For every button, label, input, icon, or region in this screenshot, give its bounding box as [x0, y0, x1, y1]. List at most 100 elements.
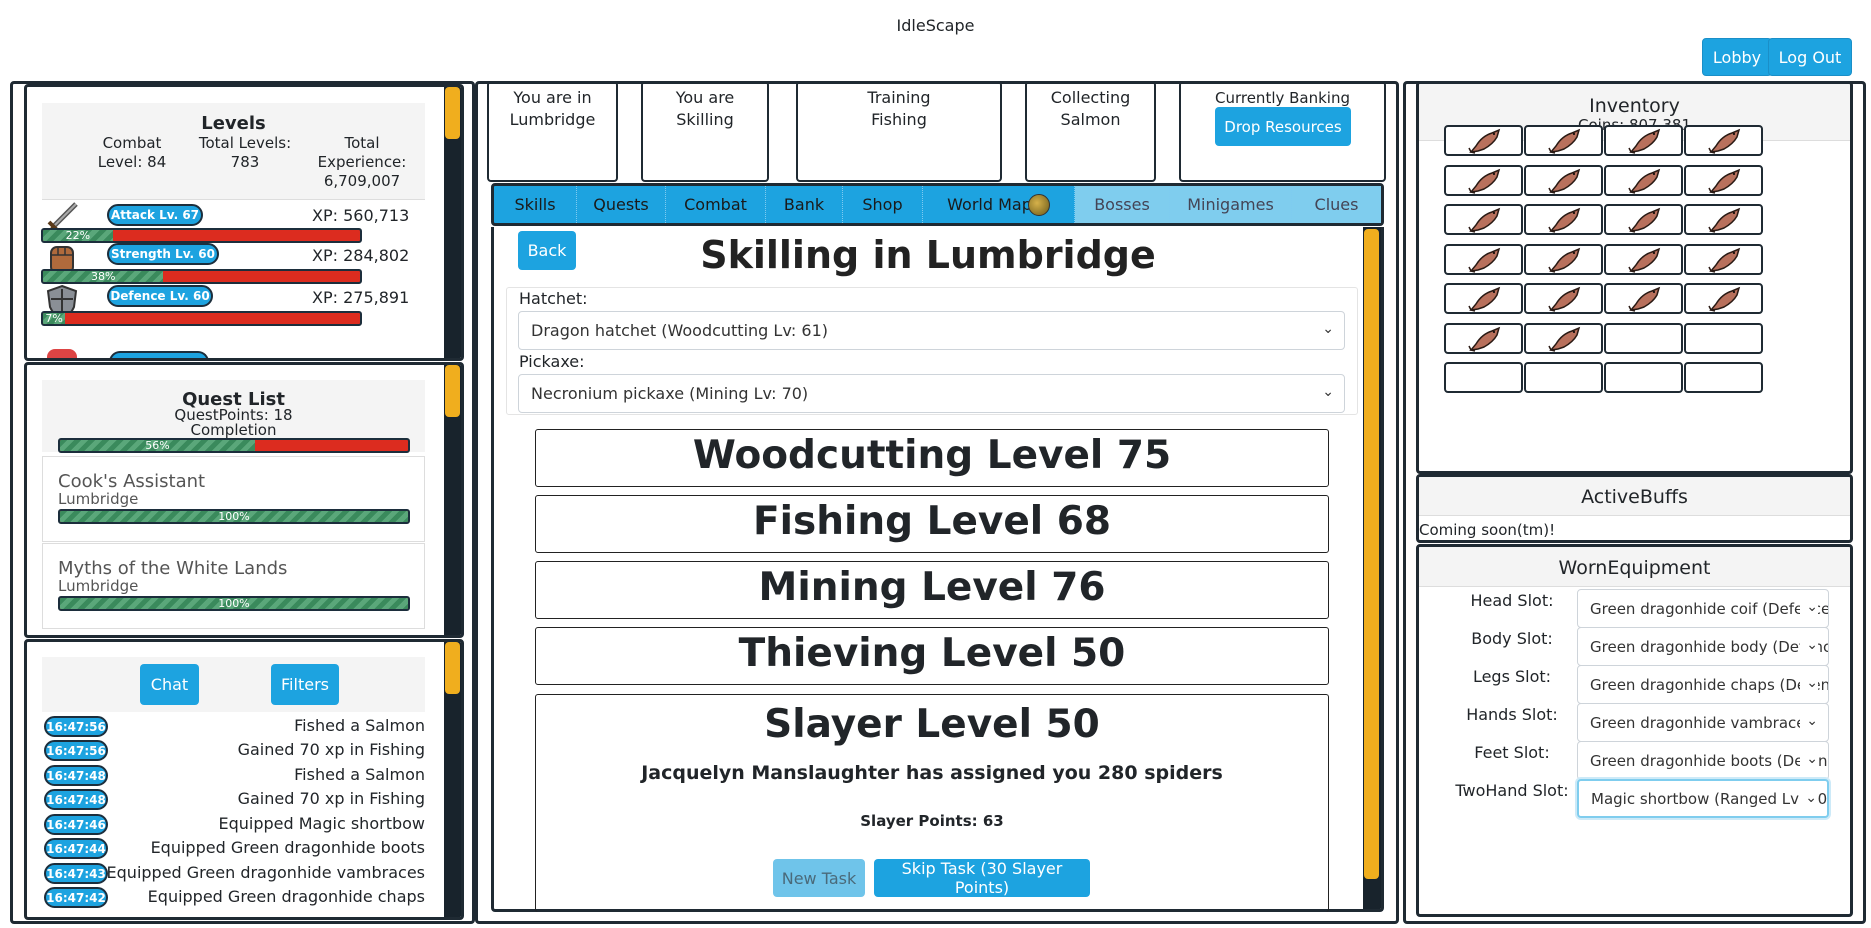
- chat-message: 16:47:44 Equipped Green dragonhide boots: [42, 837, 425, 859]
- quest-item[interactable]: Myths of the White Lands Lumbridge 100%: [42, 543, 425, 629]
- tab-quests[interactable]: Quests: [577, 186, 666, 223]
- inventory-slot[interactable]: [1684, 283, 1763, 314]
- quest-panel: Quest List QuestPoints: 18 Completion 56…: [24, 362, 464, 638]
- skill-progress-fill: 38%: [43, 271, 164, 282]
- pickaxe-select[interactable]: Necronium pickaxe (Mining Lv: 70) ⌄: [518, 374, 1345, 413]
- slayer-points: Slayer Points: 63: [860, 812, 1004, 830]
- inventory-slot[interactable]: [1524, 125, 1603, 156]
- new-task-button[interactable]: New Task: [773, 859, 865, 897]
- skill-name-attack[interactable]: Attack Lv. 67: [107, 204, 203, 226]
- body-slot-select[interactable]: Green dragonhide body (Defence Lv: 40)⌄: [1577, 627, 1829, 666]
- hatchet-select[interactable]: Dragon hatchet (Woodcutting Lv: 61) ⌄: [518, 311, 1345, 350]
- inventory-slot[interactable]: [1684, 125, 1763, 156]
- tab-bosses[interactable]: Bosses: [1075, 186, 1170, 223]
- main-scrollbar[interactable]: [1363, 227, 1381, 909]
- inventory-slot[interactable]: [1684, 322, 1763, 354]
- left-column: Levels Combat Level: 84 Total Levels: 78…: [10, 81, 475, 924]
- tab-clues[interactable]: Clues: [1292, 186, 1381, 223]
- salmon-icon: [1468, 207, 1501, 233]
- skill-name-strength[interactable]: Strength Lv. 60: [107, 243, 219, 265]
- tab-skills[interactable]: Skills: [494, 186, 577, 223]
- salmon-icon: [1548, 326, 1581, 352]
- chat-scrollbar[interactable]: [444, 642, 461, 917]
- salmon-icon: [1468, 168, 1501, 194]
- hands-slot-select[interactable]: Green dragonhide vambraces ⌄: [1577, 703, 1829, 742]
- logout-button[interactable]: Log Out: [1768, 38, 1852, 76]
- inventory-slot[interactable]: [1604, 125, 1683, 156]
- inventory-slot[interactable]: [1604, 204, 1683, 235]
- lobby-button[interactable]: Lobby: [1702, 38, 1772, 76]
- quest-completion-fill: 56%: [60, 440, 255, 451]
- levels-scrollbar[interactable]: [444, 87, 461, 358]
- thieving-level: Thieving Level 50: [535, 627, 1329, 685]
- status-activity: You are Skilling: [641, 81, 769, 182]
- inventory-slot[interactable]: [1444, 322, 1523, 354]
- fishing-level: Fishing Level 68: [535, 495, 1329, 553]
- tab-combat[interactable]: Combat: [666, 186, 766, 223]
- tab-world-map[interactable]: World Map: [923, 186, 1075, 223]
- salmon-icon: [1468, 286, 1501, 312]
- skill-name-defence[interactable]: Defence Lv. 60: [107, 285, 213, 307]
- head-slot-label: Head Slot:: [1470, 591, 1554, 610]
- tab-shop[interactable]: Shop: [843, 186, 923, 223]
- salmon-icon: [1628, 286, 1661, 312]
- quest-location: Lumbridge: [58, 490, 139, 508]
- inventory-slot[interactable]: [1524, 204, 1603, 235]
- salmon-icon: [1468, 326, 1501, 352]
- quest-completion-bar: 56%: [58, 438, 410, 453]
- quest-scrollbar[interactable]: [444, 365, 461, 635]
- salmon-icon: [1708, 168, 1741, 194]
- inventory-slot[interactable]: [1684, 164, 1763, 196]
- tab-bank[interactable]: Bank: [766, 186, 843, 223]
- inventory-slot[interactable]: [1524, 164, 1603, 196]
- feet-slot-label: Feet Slot:: [1474, 743, 1550, 762]
- chevron-down-icon: ⌄: [1800, 751, 1818, 767]
- twohand-slot-select[interactable]: Magic shortbow (Ranged Lv: 50) ⌄: [1577, 779, 1829, 818]
- inventory-slot[interactable]: [1444, 204, 1523, 235]
- inventory-slot[interactable]: [1444, 243, 1523, 275]
- inventory-slot[interactable]: [1604, 243, 1683, 275]
- inventory-slot[interactable]: [1604, 322, 1683, 354]
- tab-minigames[interactable]: Minigames: [1170, 186, 1292, 223]
- chat-message: 16:47:56 Gained 70 xp in Fishing: [42, 739, 425, 761]
- salmon-icon: [1548, 207, 1581, 233]
- inventory-slot[interactable]: [1684, 362, 1763, 393]
- skip-task-button[interactable]: Skip Task (30 Slayer Points): [874, 859, 1090, 897]
- feet-slot-select[interactable]: Green dragonhide boots (Defence Lv: 40)⌄: [1577, 741, 1829, 780]
- inventory-slot[interactable]: [1444, 164, 1523, 196]
- drop-resources-button[interactable]: Drop Resources: [1215, 107, 1351, 146]
- head-slot-select[interactable]: Green dragonhide coif (Defence Lv: 40)⌄: [1577, 589, 1829, 628]
- legs-slot-select[interactable]: Green dragonhide chaps (Defence Lv: 40)⌄: [1577, 665, 1829, 704]
- quest-item[interactable]: Cook's Assistant Lumbridge 100%: [42, 456, 425, 542]
- salmon-icon: [1468, 128, 1501, 154]
- inventory-slot[interactable]: [1524, 243, 1603, 275]
- app-title: IdleScape: [896, 16, 975, 35]
- chat-button[interactable]: Chat: [140, 664, 199, 705]
- buffs-panel: ActiveBuffs Coming soon(tm)!: [1416, 474, 1853, 543]
- inventory-slot[interactable]: [1524, 322, 1603, 354]
- status-training: Training Fishing: [796, 81, 1002, 182]
- inventory-slot[interactable]: [1524, 362, 1603, 393]
- inventory-slot[interactable]: [1444, 283, 1523, 314]
- salmon-icon: [1628, 168, 1661, 194]
- inventory-slot[interactable]: [1604, 362, 1683, 393]
- inventory-slot[interactable]: [1444, 362, 1523, 393]
- inventory-slot[interactable]: [1604, 283, 1683, 314]
- skill-name-hitpoints[interactable]: [109, 351, 209, 358]
- skill-xp-defence: XP: 275,891: [312, 288, 410, 307]
- inventory-title: Inventory: [1589, 95, 1680, 117]
- salmon-icon: [1708, 247, 1741, 273]
- inventory-slot[interactable]: [1604, 164, 1683, 196]
- inventory-slot[interactable]: [1684, 243, 1763, 275]
- quest-completion-label: Completion: [190, 421, 277, 439]
- inventory-slot[interactable]: [1524, 283, 1603, 314]
- filters-button[interactable]: Filters: [271, 664, 339, 705]
- quest-progress: 100%: [58, 596, 410, 611]
- inventory-slot[interactable]: [1444, 125, 1523, 156]
- status-location: You are in Lumbridge: [487, 81, 618, 182]
- quest-location: Lumbridge: [58, 577, 139, 595]
- inventory-slot[interactable]: [1684, 204, 1763, 235]
- legs-slot-label: Legs Slot:: [1472, 667, 1552, 686]
- chevron-down-icon: ⌄: [1322, 384, 1334, 400]
- salmon-icon: [1628, 247, 1661, 273]
